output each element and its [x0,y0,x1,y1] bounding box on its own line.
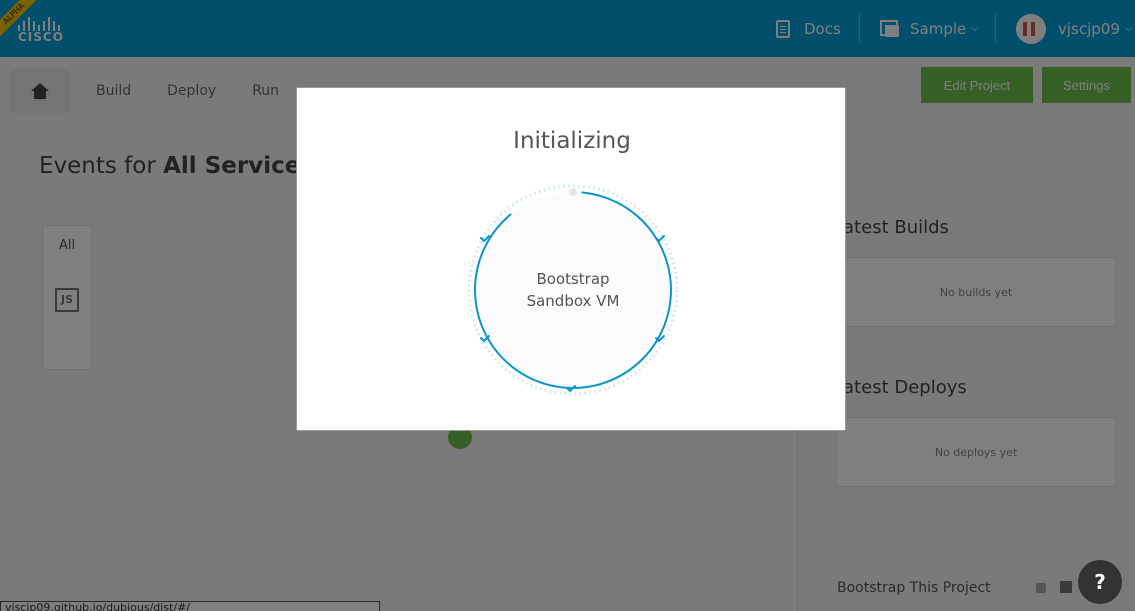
step-label-line2: Sandbox VM [526,292,620,310]
step-label-line1: Bootstrap [536,270,610,288]
help-button[interactable]: ? [1078,560,1122,604]
initializing-modal: Initializing Bootstrap Sandbox VM [296,87,846,431]
step-label: Bootstrap Sandbox VM [467,268,679,312]
modal-title: Initializing [513,128,631,154]
ring-pending-marker [569,188,577,196]
progress-ring: Bootstrap Sandbox VM [467,184,679,396]
